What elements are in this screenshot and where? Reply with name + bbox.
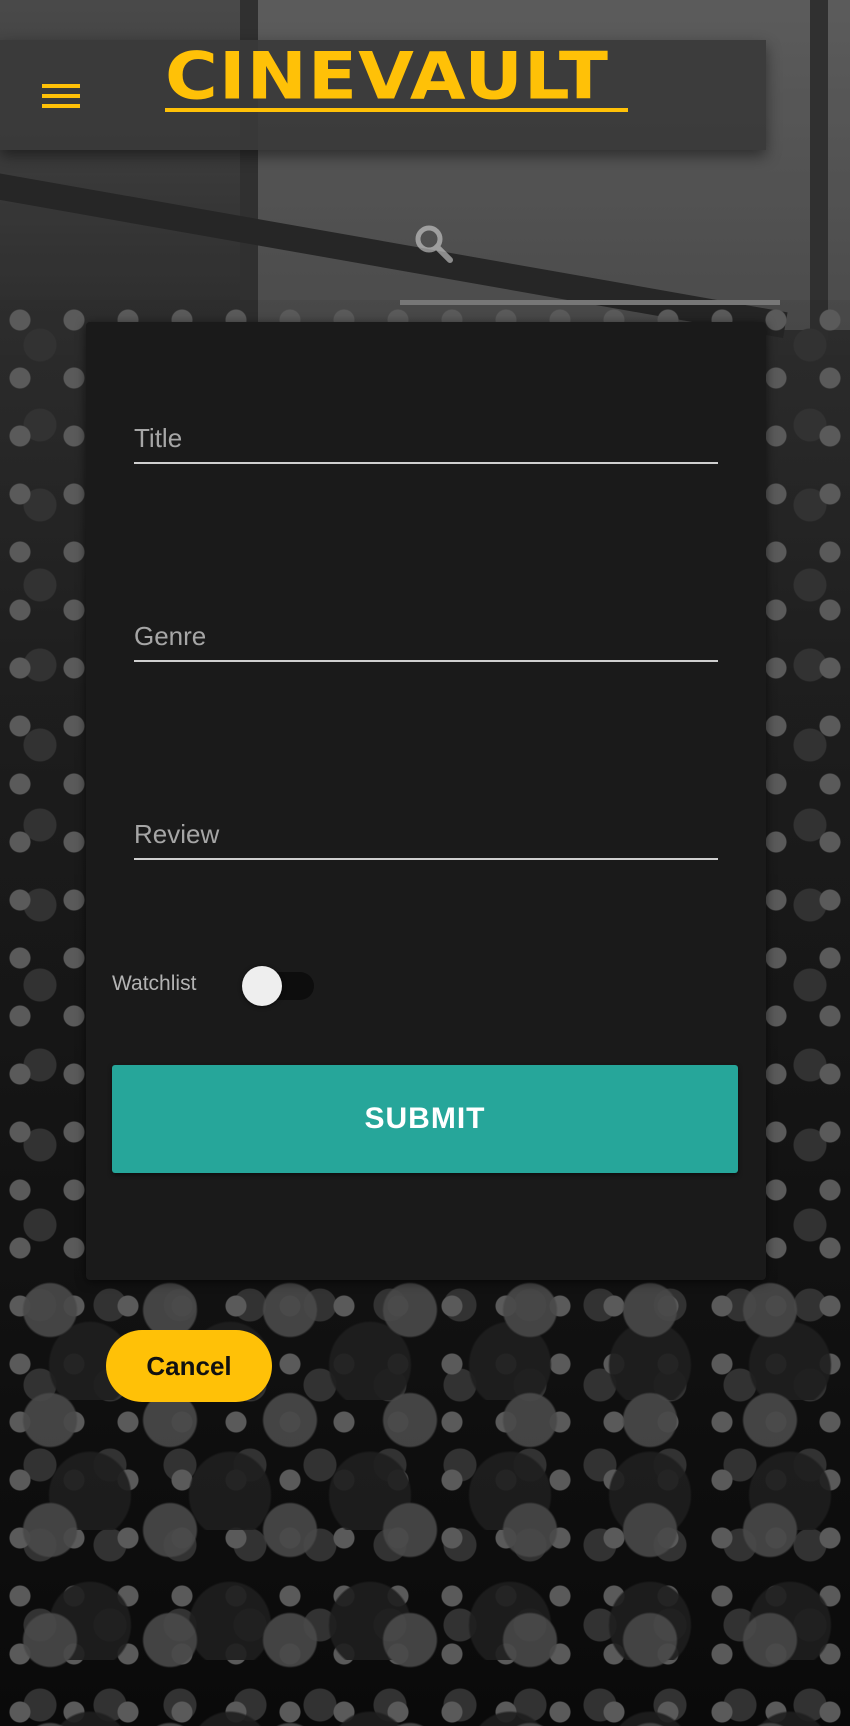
add-movie-form: Watchlist SUBMIT: [86, 322, 766, 1280]
cancel-button[interactable]: Cancel: [106, 1330, 272, 1402]
genre-field[interactable]: [134, 610, 718, 662]
genre-input[interactable]: [134, 621, 718, 652]
app-header: CINEVAULT: [0, 40, 766, 150]
brand-logo[interactable]: CINEVAULT: [165, 40, 609, 112]
review-field[interactable]: [134, 808, 718, 860]
watchlist-toggle[interactable]: [242, 966, 314, 1006]
review-input[interactable]: [134, 819, 718, 850]
submit-button[interactable]: SUBMIT: [112, 1065, 738, 1173]
watchlist-label: Watchlist: [112, 972, 197, 995]
search-icon[interactable]: [414, 224, 454, 264]
title-input[interactable]: [134, 423, 718, 454]
title-field[interactable]: [134, 412, 718, 464]
hamburger-menu-icon[interactable]: [42, 84, 80, 110]
brand-underline: [165, 108, 628, 112]
toggle-knob: [242, 966, 282, 1006]
